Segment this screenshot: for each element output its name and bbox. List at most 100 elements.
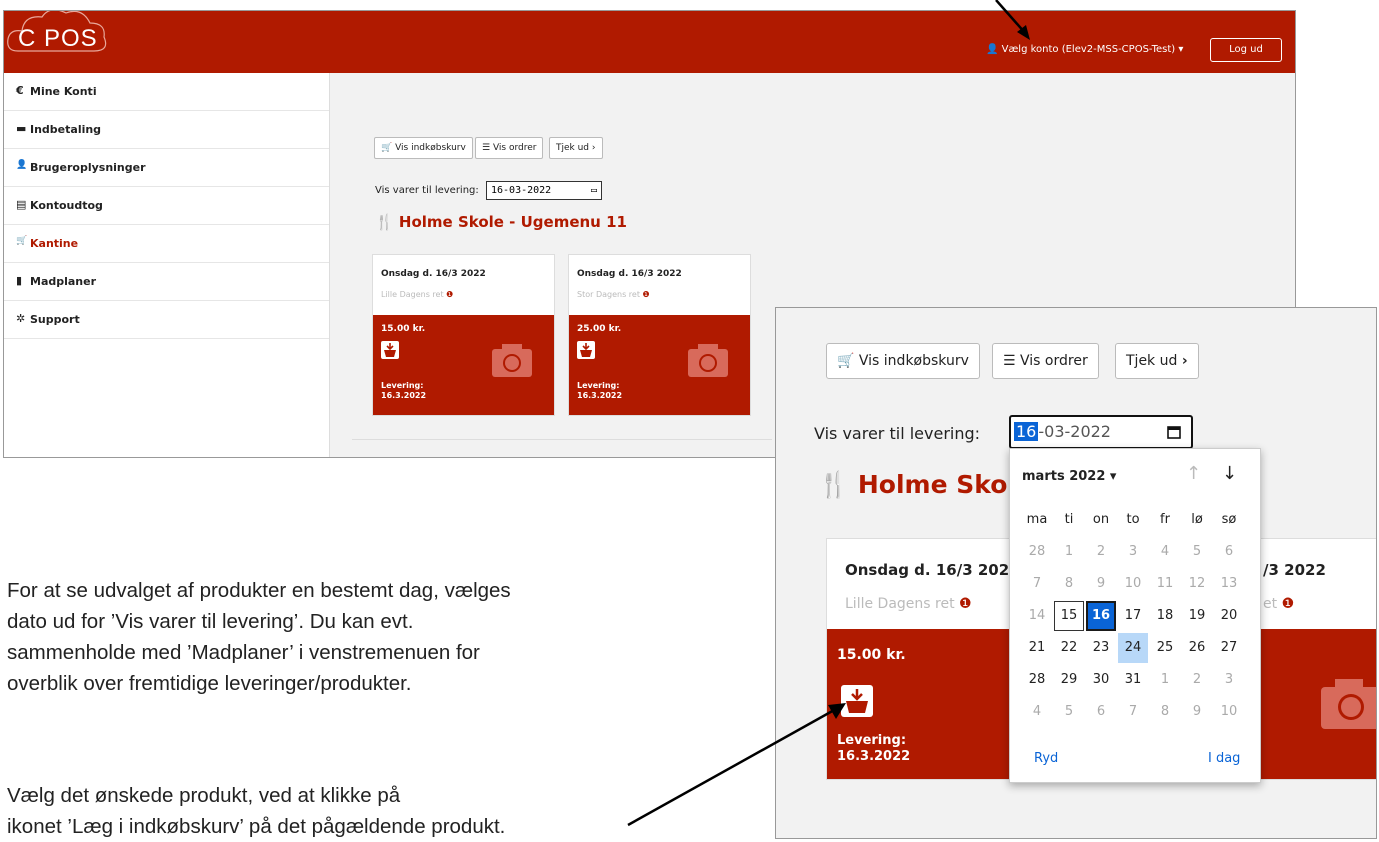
product-day: Onsdag d. 16/3 2022 xyxy=(845,561,1020,579)
calendar-day[interactable]: 9 xyxy=(1086,569,1116,599)
calendar-day[interactable]: 7 xyxy=(1022,569,1052,599)
calendar-day[interactable]: 19 xyxy=(1182,601,1212,631)
arrow-down-icon[interactable]: ↓ xyxy=(1222,463,1237,484)
calendar-day[interactable]: 14 xyxy=(1022,601,1052,631)
info-icon[interactable]: ❶ xyxy=(959,596,972,612)
calendar-day[interactable]: 3 xyxy=(1118,537,1148,567)
clear-button[interactable]: Ryd xyxy=(1034,751,1058,766)
delivery-date-input[interactable]: 16-03-2022 ▭ xyxy=(486,181,602,200)
info-icon[interactable]: ❶ xyxy=(446,290,453,299)
calendar-day[interactable]: 23 xyxy=(1086,633,1116,663)
sidebar-item-kantine[interactable]: 🛒 Kantine xyxy=(4,225,329,263)
show-basket-label: Vis indkøbskurv xyxy=(395,143,466,153)
calendar-day[interactable]: 24 xyxy=(1118,633,1148,663)
calendar-day[interactable]: 8 xyxy=(1150,697,1180,727)
calendar-day[interactable]: 30 xyxy=(1086,665,1116,695)
add-to-basket-icon[interactable] xyxy=(381,341,399,359)
calendar-day[interactable]: 1 xyxy=(1054,537,1084,567)
delivery-date-label: Vis varer til levering: xyxy=(814,424,981,443)
account-label: Vælg konto (Elev2-MSS-CPOS-Test) xyxy=(1001,44,1176,55)
product-price: 15.00 kr. xyxy=(837,647,906,663)
sidebar-item-label: Mine Konti xyxy=(30,85,97,98)
calendar-day[interactable]: 10 xyxy=(1118,569,1148,599)
camera-icon xyxy=(688,344,728,377)
calendar-day[interactable]: 22 xyxy=(1054,633,1084,663)
sidebar-item-brugeroplysninger[interactable]: 👤 Brugeroplysninger xyxy=(4,149,329,187)
month-selector[interactable]: marts 2022 ▾ xyxy=(1022,469,1116,484)
add-to-basket-icon[interactable] xyxy=(577,341,595,359)
calendar-day[interactable]: 29 xyxy=(1054,665,1084,695)
top-bar: C POS 👤 Vælg konto (Elev2-MSS-CPOS-Test)… xyxy=(4,11,1295,73)
date-day-segment[interactable]: 16 xyxy=(1014,422,1039,441)
account-selector[interactable]: 👤 Vælg konto (Elev2-MSS-CPOS-Test) ▾ xyxy=(986,44,1183,55)
cutlery-icon: 🍴 xyxy=(375,213,394,231)
sidebar-item-kontoudtog[interactable]: ▤ Kontoudtog xyxy=(4,187,329,225)
checkout-button[interactable]: Tjek ud › xyxy=(549,137,603,159)
calendar-day[interactable]: 25 xyxy=(1150,633,1180,663)
calendar-day[interactable]: 2 xyxy=(1086,537,1116,567)
calendar-day[interactable]: 2 xyxy=(1182,665,1212,695)
app-logo[interactable]: C POS xyxy=(18,25,98,53)
camera-icon xyxy=(492,344,532,377)
calendar-day[interactable]: 31 xyxy=(1118,665,1148,695)
calendar-day[interactable]: 28 xyxy=(1022,665,1052,695)
delivery-date-input[interactable]: 16 -03-2022 xyxy=(1009,415,1193,449)
show-orders-button[interactable]: ☰ Vis ordrer xyxy=(992,343,1099,379)
show-orders-button[interactable]: ☰ Vis ordrer xyxy=(475,137,544,159)
today-button[interactable]: I dag xyxy=(1208,751,1240,766)
calendar-day[interactable]: 28 xyxy=(1022,537,1052,567)
cart-icon: 🛒 xyxy=(16,236,28,246)
product-day: Onsdag d. 16/3 2022 xyxy=(577,269,682,279)
checkout-button[interactable]: Tjek ud › xyxy=(1115,343,1199,379)
camera-icon xyxy=(1321,679,1376,729)
calendar-day[interactable]: 11 xyxy=(1150,569,1180,599)
calendar-day[interactable]: 6 xyxy=(1086,697,1116,727)
sidebar-item-mine-konti[interactable]: € Mine Konti xyxy=(4,73,329,111)
card-icon: ▬ xyxy=(16,122,27,135)
calendar-day[interactable]: 7 xyxy=(1118,697,1148,727)
delivery-info: Levering: 16.3.2022 xyxy=(577,381,623,400)
calendar-day[interactable]: 6 xyxy=(1214,537,1244,567)
caret-down-icon: ▾ xyxy=(1109,469,1117,484)
info-icon[interactable]: ❶ xyxy=(1282,596,1295,612)
checkout-label: Tjek ud xyxy=(1126,353,1178,369)
calendar-day[interactable]: 12 xyxy=(1182,569,1212,599)
calendar-day[interactable]: 26 xyxy=(1182,633,1212,663)
show-basket-button[interactable]: 🛒 Vis indkøbskurv xyxy=(826,343,980,379)
calendar-icon[interactable]: ▭ xyxy=(591,182,597,199)
logout-button[interactable]: Log ud xyxy=(1210,38,1282,62)
calendar-day[interactable]: 16 xyxy=(1086,601,1116,631)
calendar-day[interactable]: 13 xyxy=(1214,569,1244,599)
calendar-day[interactable]: 20 xyxy=(1214,601,1244,631)
info-icon[interactable]: ❶ xyxy=(643,290,650,299)
product-price: 15.00 kr. xyxy=(381,324,426,334)
weekday-header: ma xyxy=(1026,512,1048,527)
calendar-day[interactable]: 1 xyxy=(1150,665,1180,695)
calendar-day[interactable]: 27 xyxy=(1214,633,1244,663)
sidebar-item-support[interactable]: ✲ Support xyxy=(4,301,329,339)
instruction-line: For at se udvalget af produkter en beste… xyxy=(7,579,511,602)
calendar-day[interactable]: 17 xyxy=(1118,601,1148,631)
arrow-up-icon[interactable]: ↑ xyxy=(1186,463,1201,484)
sidebar-item-indbetaling[interactable]: ▬ Indbetaling xyxy=(4,111,329,149)
calendar-day[interactable]: 8 xyxy=(1054,569,1084,599)
calendar-day[interactable]: 15 xyxy=(1054,601,1084,631)
calendar-day[interactable]: 10 xyxy=(1214,697,1244,727)
show-basket-button[interactable]: 🛒 Vis indkøbskurv xyxy=(374,137,473,159)
calendar-day[interactable]: 4 xyxy=(1150,537,1180,567)
zoom-screenshot: 🛒 Vis indkøbskurv ☰ Vis ordrer Tjek ud ›… xyxy=(775,307,1377,839)
delivery-info: Levering: 16.3.2022 xyxy=(381,381,427,400)
calendar-day[interactable]: 3 xyxy=(1214,665,1244,695)
sidebar-item-label: Brugeroplysninger xyxy=(30,161,146,174)
calendar-day[interactable]: 4 xyxy=(1022,697,1052,727)
calendar-day[interactable]: 5 xyxy=(1182,537,1212,567)
delivery-date-label: Vis varer til levering: xyxy=(375,185,479,196)
calendar-day[interactable]: 21 xyxy=(1022,633,1052,663)
show-orders-label: Vis ordrer xyxy=(1020,353,1088,369)
calendar-day[interactable]: 9 xyxy=(1182,697,1212,727)
calendar-day[interactable]: 18 xyxy=(1150,601,1180,631)
calendar-icon[interactable] xyxy=(1167,425,1181,439)
delivery-date-value: 16-03-2022 xyxy=(491,185,552,196)
sidebar-item-madplaner[interactable]: ▮ Madplaner xyxy=(4,263,329,301)
calendar-day[interactable]: 5 xyxy=(1054,697,1084,727)
